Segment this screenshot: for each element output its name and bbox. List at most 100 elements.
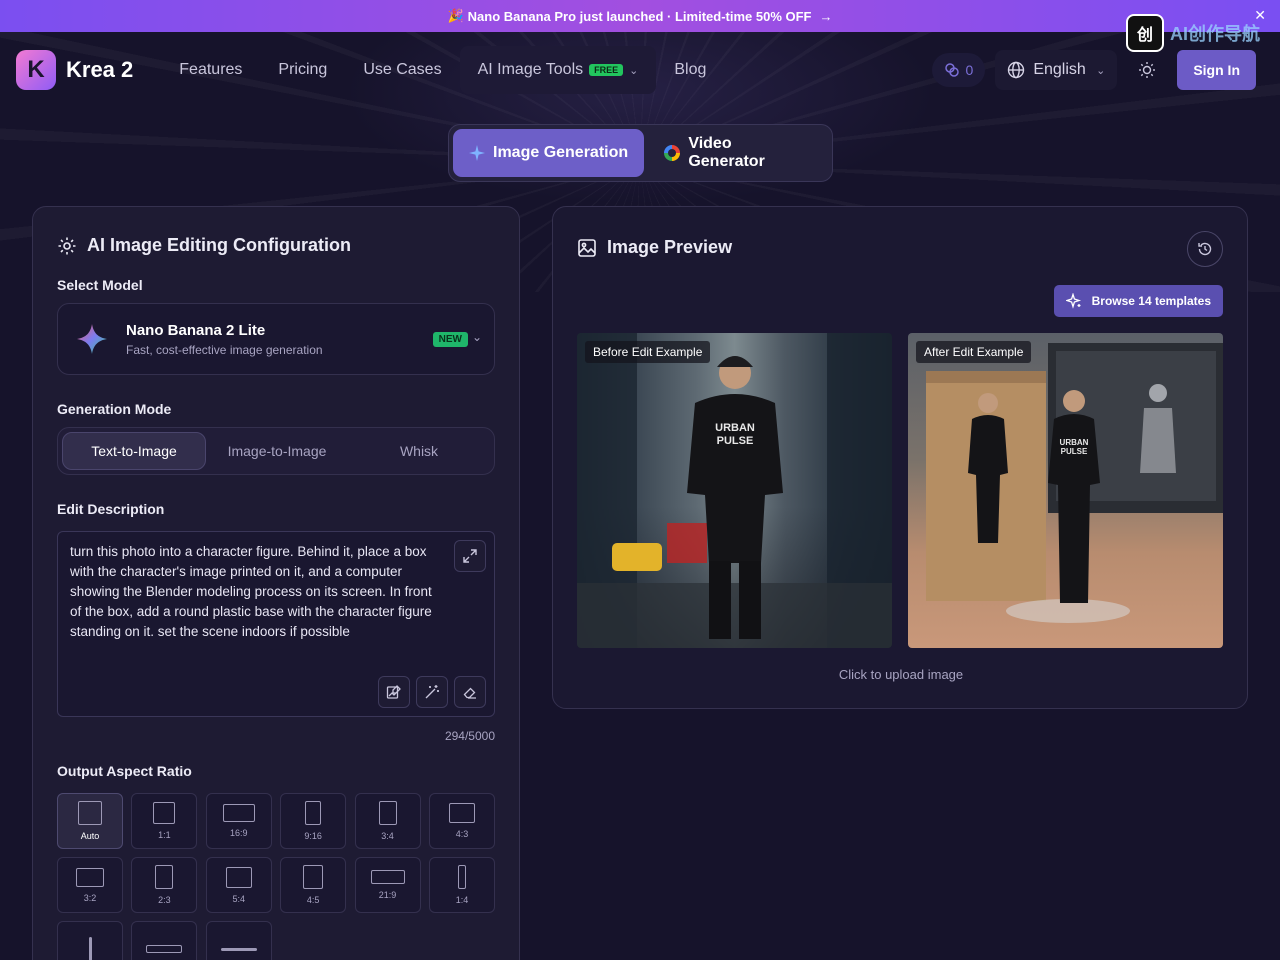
generation-mode-tabs: Text-to-Image Image-to-Image Whisk	[57, 427, 495, 475]
tab-video-generator[interactable]: Video Generator	[648, 129, 828, 177]
language-selector[interactable]: English ⌄	[995, 50, 1118, 90]
upload-hint[interactable]: Click to upload image	[553, 667, 1249, 682]
sign-in-button[interactable]: Sign In	[1177, 50, 1256, 90]
model-name: Nano Banana 2 Lite	[126, 321, 266, 339]
edit-description-label: Edit Description	[57, 501, 165, 517]
ratio-wide[interactable]	[131, 921, 198, 960]
character-counter: 294/5000	[444, 729, 495, 743]
ratio-wide-shape	[146, 945, 183, 953]
aspect-ratio-grid: Auto 1:1 16:9 9:16 3:4 4:3 3:2 2:3 5:4 4…	[57, 793, 495, 960]
globe-icon	[1008, 61, 1025, 79]
edit-description-input[interactable]: turn this photo into a character figure.…	[57, 531, 495, 717]
image-icon	[578, 238, 596, 257]
logo[interactable]: K Krea 2	[16, 50, 133, 90]
ratio-1-1-shape	[153, 802, 176, 824]
tab-whisk[interactable]: Whisk	[348, 432, 490, 470]
main-nav: Features Pricing Use Cases AI Image Tool…	[161, 46, 724, 94]
ratio-4-5[interactable]: 4:5	[280, 857, 347, 913]
new-badge: NEW	[432, 332, 468, 347]
ratio-4-5-shape	[303, 865, 324, 889]
sparkle-icon	[469, 145, 485, 161]
ratio-label: 3:2	[83, 892, 97, 903]
ratio-16-9[interactable]: 16:9	[205, 793, 272, 849]
model-selector[interactable]: Nano Banana 2 Lite Fast, cost-effective …	[57, 303, 495, 375]
expand-button[interactable]	[454, 540, 486, 572]
ratio-label: 21:9	[378, 890, 397, 900]
expand-icon	[463, 549, 477, 563]
mode-tabs: Image Generation Video Generator	[448, 124, 833, 182]
config-title-text: AI Image Editing Configuration	[87, 235, 351, 255]
ratio-1-4[interactable]: 1:4	[428, 857, 495, 913]
credits-count: 0	[965, 62, 974, 78]
preview-title-text: Image Preview	[607, 237, 733, 257]
browse-templates-button[interactable]: Browse 14 templates	[1053, 285, 1223, 317]
magic-wand-button[interactable]	[416, 676, 448, 708]
history-icon	[1198, 242, 1212, 256]
tab-video-generator-label: Video Generator	[688, 135, 765, 170]
nav-features[interactable]: Features	[161, 61, 260, 79]
ratio-3-2[interactable]: 3:2	[57, 857, 123, 913]
sparkles-icon	[1065, 293, 1081, 309]
ratio-label: 16:9	[230, 828, 248, 838]
tab-image-to-image[interactable]: Image-to-Image	[206, 432, 348, 470]
ratio-label: 4:3	[455, 829, 469, 839]
theme-toggle[interactable]	[1127, 50, 1167, 90]
preview-title: Image Preview	[577, 237, 732, 258]
ratio-21-9[interactable]: 21:9	[354, 857, 421, 913]
ratio-label: 9:16	[304, 831, 322, 841]
figure-scene: URBAN PULSE	[926, 343, 1223, 623]
gemini-star-icon	[74, 321, 110, 357]
nav-ai-image-tools[interactable]: AI Image Tools FREE ⌄	[459, 46, 657, 94]
svg-text:URBAN: URBAN	[1060, 438, 1089, 447]
ratio-ultra-wide-shape	[220, 947, 257, 951]
ratio-3-4[interactable]: 3:4	[354, 793, 421, 849]
credits-button[interactable]: 0	[931, 53, 986, 87]
ratio-4-3-shape	[448, 803, 475, 823]
free-badge: FREE	[589, 64, 624, 76]
promo-banner[interactable]: 🎉 Nano Banana Pro just launched · Limite…	[0, 0, 1280, 32]
preview-panel: Image Preview Browse 14 templates URBAN …	[552, 206, 1248, 709]
ratio-5-4[interactable]: 5:4	[205, 857, 272, 913]
sun-icon	[1139, 62, 1156, 78]
eraser-icon	[463, 687, 476, 699]
person-figure: URBAN PULSE	[577, 333, 892, 648]
ratio-9-16[interactable]: 9:16	[280, 793, 347, 849]
tab-image-generation[interactable]: Image Generation	[453, 129, 645, 177]
ratio-label: 4:5	[306, 895, 320, 905]
ratio-label: Auto	[80, 831, 100, 841]
ratio-ultra-wide[interactable]	[205, 921, 272, 960]
logo-mark: K	[16, 50, 56, 90]
ratio-2-3-shape	[155, 865, 174, 889]
ratio-label: 5:4	[232, 893, 246, 904]
ratio-tall[interactable]	[57, 921, 123, 960]
nav-ai-image-tools-label: AI Image Tools	[477, 61, 584, 78]
ratio-label: 3:4	[381, 831, 394, 841]
google-icon	[664, 145, 681, 161]
ratio-1-1[interactable]: 1:1	[131, 793, 198, 849]
config-panel: AI Image Editing Configuration Select Mo…	[32, 206, 520, 960]
ratio-3-4-shape	[378, 801, 397, 825]
ratio-21-9-shape	[370, 870, 405, 884]
image-edit-button[interactable]	[378, 676, 410, 708]
svg-text:PULSE: PULSE	[1061, 447, 1088, 456]
clear-button[interactable]	[454, 676, 486, 708]
ratio-4-3[interactable]: 4:3	[428, 793, 495, 849]
model-desc: Fast, cost-effective image generation	[126, 342, 323, 357]
history-button[interactable]	[1187, 231, 1223, 267]
ratio-auto[interactable]: Auto	[57, 793, 123, 849]
logo-text: Krea 2	[66, 57, 134, 82]
gear-icon	[58, 237, 76, 254]
before-edit-image[interactable]: URBAN PULSE Before Edit Example	[577, 333, 892, 648]
nav-use-cases[interactable]: Use Cases	[345, 61, 459, 79]
ratio-label: 1:4	[455, 895, 469, 905]
nav-blog[interactable]: Blog	[656, 61, 724, 79]
party-icon: 🎉	[447, 8, 464, 23]
tab-image-generation-label: Image Generation	[493, 144, 629, 161]
model-info: Nano Banana 2 Lite Fast, cost-effective …	[126, 322, 323, 357]
ratio-2-3[interactable]: 2:3	[131, 857, 198, 913]
tab-text-to-image[interactable]: Text-to-Image	[62, 432, 206, 470]
ratio-16-9-shape	[222, 804, 255, 822]
after-edit-image[interactable]: URBAN PULSE After Edit Example	[908, 333, 1223, 648]
nav-pricing[interactable]: Pricing	[260, 61, 345, 79]
header-actions: 0 English ⌄ Sign In	[931, 50, 1256, 90]
